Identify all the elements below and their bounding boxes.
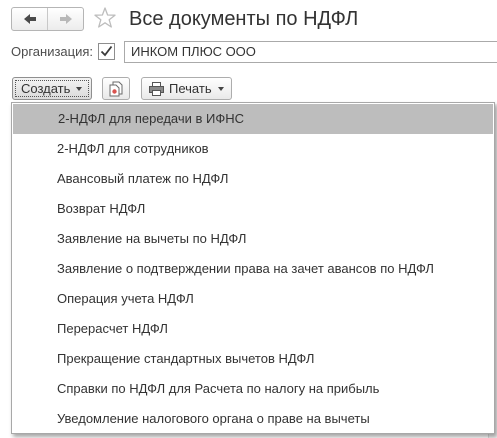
page-title: Все документы по НДФЛ [129,8,359,30]
menu-item-deduction-application[interactable]: Заявление на вычеты по НДФЛ [12,224,494,254]
organization-checkbox[interactable] [98,43,115,60]
chevron-down-icon [76,86,83,91]
arrow-left-icon [23,14,36,24]
menu-item-tax-office-notice[interactable]: Уведомление налогового органа о праве на… [12,404,494,434]
menu-item-advance-offset-application[interactable]: Заявление о подтверждении права на зачет… [12,254,494,284]
print-button[interactable]: Печать [141,77,232,100]
create-button-label: Создать [21,81,71,96]
star-icon [94,7,116,28]
menu-item-2ndfl-ifns[interactable]: 2-НДФЛ для передачи в ИФНС [13,104,493,134]
forward-button[interactable] [47,8,83,30]
printer-icon [149,81,164,96]
checkmark-icon [98,43,115,60]
back-button[interactable] [12,8,47,30]
create-button[interactable]: Создать [12,77,92,100]
copy-document-icon [109,81,123,96]
menu-item-ndfl-operation[interactable]: Операция учета НДФЛ [12,284,494,314]
create-menu: 2-НДФЛ для передачи в ИФНС 2-НДФЛ для со… [11,102,495,434]
chevron-down-icon [217,86,224,91]
organization-label: Организация: [11,44,94,59]
navigation-buttons [11,7,84,31]
copy-button[interactable] [102,77,130,100]
menu-item-ndfl-recalculation[interactable]: Перерасчет НДФЛ [12,314,494,344]
organization-field[interactable]: ИНКОМ ПЛЮС ООО [124,41,497,63]
favorite-button[interactable] [93,6,117,30]
arrow-right-icon [59,14,72,24]
menu-item-ndfl-refund[interactable]: Возврат НДФЛ [12,194,494,224]
menu-item-2ndfl-employees[interactable]: 2-НДФЛ для сотрудников [12,134,494,164]
menu-item-advance-payment[interactable]: Авансовый платеж по НДФЛ [12,164,494,194]
menu-item-stop-deductions[interactable]: Прекращение стандартных вычетов НДФЛ [12,344,494,374]
window: Все документы по НДФЛ Организация: ИНКОМ… [0,0,497,438]
print-button-label: Печать [169,81,212,96]
menu-item-profit-tax-certificates[interactable]: Справки по НДФЛ для Расчета по налогу на… [12,374,494,404]
